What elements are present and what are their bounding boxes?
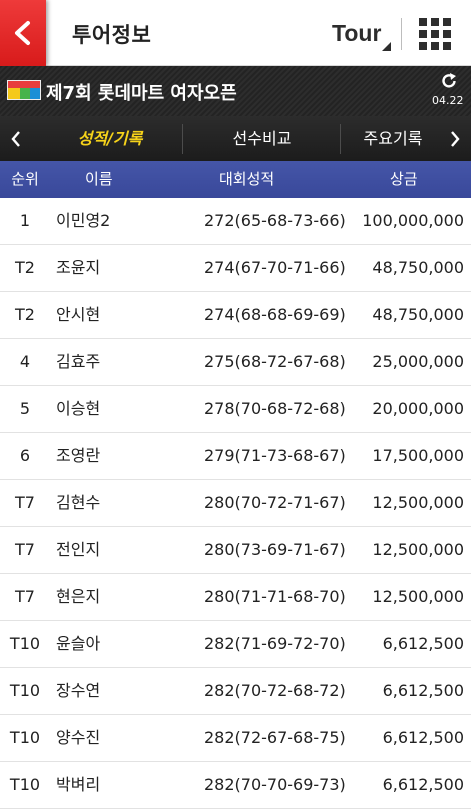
divider: [401, 18, 402, 50]
score-cell: 282(70-72-68-72): [204, 681, 346, 700]
rank-cell: 5: [19, 399, 31, 418]
rank-cell: T10: [9, 728, 41, 747]
table-row[interactable]: T7 전인지 280(73-69-71-67) 12,500,000: [0, 527, 471, 574]
prize-cell: 25,000,000: [372, 352, 464, 371]
name-cell: 현은지: [56, 587, 101, 606]
table-row[interactable]: 4 김효주 275(68-72-67-68) 25,000,000: [0, 339, 471, 386]
tab-results[interactable]: 성적/기록: [40, 116, 180, 161]
name-cell: 김효주: [56, 352, 101, 371]
rank-cell: T2: [15, 305, 35, 324]
prize-cell: 48,750,000: [372, 305, 464, 324]
dropdown-triangle-icon: [382, 42, 391, 51]
prize-cell: 12,500,000: [372, 540, 464, 559]
prize-cell: 12,500,000: [372, 587, 464, 606]
score-cell: 274(67-70-71-66): [204, 258, 346, 277]
tab-prev-icon[interactable]: [10, 130, 22, 148]
table-row[interactable]: T10 윤슬아 282(71-69-72-70) 6,612,500: [0, 621, 471, 668]
name-cell: 이승현: [56, 399, 101, 418]
page-title: 투어정보: [72, 23, 152, 47]
table-row[interactable]: T2 조윤지 274(67-70-71-66) 48,750,000: [0, 245, 471, 292]
col-rank: 순위: [11, 170, 39, 188]
rank-cell: T10: [9, 775, 41, 794]
rank-cell: 1: [19, 211, 31, 230]
tab-key-records[interactable]: 주요기록: [342, 116, 444, 161]
table-header: 순위 이름 대회성적 상금: [0, 161, 471, 198]
table-row[interactable]: 6 조영란 279(71-73-68-67) 17,500,000: [0, 433, 471, 480]
tab-divider: [340, 124, 341, 154]
rank-cell: 6: [19, 446, 31, 465]
score-cell: 282(72-67-68-75): [204, 728, 346, 747]
score-cell: 282(70-70-69-73): [204, 775, 346, 794]
table-row[interactable]: T10 양수진 282(72-67-68-75) 6,612,500: [0, 715, 471, 762]
table-row[interactable]: T10 장수연 282(70-72-68-72) 6,612,500: [0, 668, 471, 715]
rank-cell: T2: [15, 258, 35, 277]
sub-tabs: 성적/기록 선수비교 주요기록: [0, 116, 471, 161]
back-button[interactable]: [0, 0, 46, 66]
score-cell: 272(65-68-73-66): [204, 211, 346, 230]
tournament-logo: [7, 80, 41, 100]
tour-logo[interactable]: Tour: [332, 20, 381, 47]
col-name: 이름: [85, 170, 113, 188]
prize-cell: 100,000,000: [362, 211, 464, 230]
tab-player-compare[interactable]: 선수비교: [184, 116, 340, 161]
rank-cell: T10: [9, 634, 41, 653]
score-cell: 280(71-71-68-70): [204, 587, 346, 606]
name-cell: 박벼리: [56, 775, 101, 794]
app-bar: 투어정보 Tour: [0, 0, 471, 66]
col-prize: 상금: [390, 170, 418, 188]
table-row[interactable]: T7 김현수 280(70-72-71-67) 12,500,000: [0, 480, 471, 527]
update-date: 04.22: [432, 94, 464, 107]
tab-divider: [182, 124, 183, 154]
table-row[interactable]: T2 안시현 274(68-68-69-69) 48,750,000: [0, 292, 471, 339]
prize-cell: 6,612,500: [382, 728, 464, 747]
name-cell: 이민영2: [56, 211, 111, 230]
grid-menu-icon[interactable]: [419, 18, 451, 50]
score-cell: 279(71-73-68-67): [204, 446, 346, 465]
score-cell: 280(70-72-71-67): [204, 493, 346, 512]
name-cell: 조영란: [56, 446, 101, 465]
tab-next-icon[interactable]: [449, 130, 461, 148]
score-cell: 274(68-68-69-69): [204, 305, 346, 324]
table-row[interactable]: T7 현은지 280(71-71-68-70) 12,500,000: [0, 574, 471, 621]
score-cell: 280(73-69-71-67): [204, 540, 346, 559]
name-cell: 전인지: [56, 540, 101, 559]
prize-cell: 6,612,500: [382, 775, 464, 794]
name-cell: 김현수: [56, 493, 101, 512]
name-cell: 윤슬아: [56, 634, 101, 653]
rank-cell: 4: [19, 352, 31, 371]
prize-cell: 6,612,500: [382, 681, 464, 700]
prize-cell: 20,000,000: [372, 399, 464, 418]
rank-cell: T7: [15, 493, 35, 512]
score-cell: 278(70-68-72-68): [204, 399, 346, 418]
prize-cell: 48,750,000: [372, 258, 464, 277]
col-score: 대회성적: [219, 170, 275, 188]
table-row[interactable]: 5 이승현 278(70-68-72-68) 20,000,000: [0, 386, 471, 433]
rank-cell: T7: [15, 587, 35, 606]
prize-cell: 12,500,000: [372, 493, 464, 512]
prize-cell: 17,500,000: [372, 446, 464, 465]
rank-cell: T7: [15, 540, 35, 559]
table-row[interactable]: T10 박벼리 282(70-70-69-73) 6,612,500: [0, 762, 471, 809]
results-table: 1 이민영2 272(65-68-73-66) 100,000,000 T2 조윤지 274…: [0, 198, 471, 809]
tournament-bar: 제7회 롯데마트 여자오픈: [0, 66, 471, 116]
name-cell: 안시현: [56, 305, 101, 324]
score-cell: 282(71-69-72-70): [204, 634, 346, 653]
table-row[interactable]: 1 이민영2 272(65-68-73-66) 100,000,000: [0, 198, 471, 245]
tournament-title: 제7회 롯데마트 여자오픈: [46, 83, 237, 104]
name-cell: 양수진: [56, 728, 101, 747]
name-cell: 조윤지: [56, 258, 101, 277]
refresh-icon[interactable]: [440, 72, 458, 90]
prize-cell: 6,612,500: [382, 634, 464, 653]
rank-cell: T10: [9, 681, 41, 700]
score-cell: 275(68-72-67-68): [204, 352, 346, 371]
back-chevron-icon: [15, 21, 30, 45]
name-cell: 장수연: [56, 681, 101, 700]
